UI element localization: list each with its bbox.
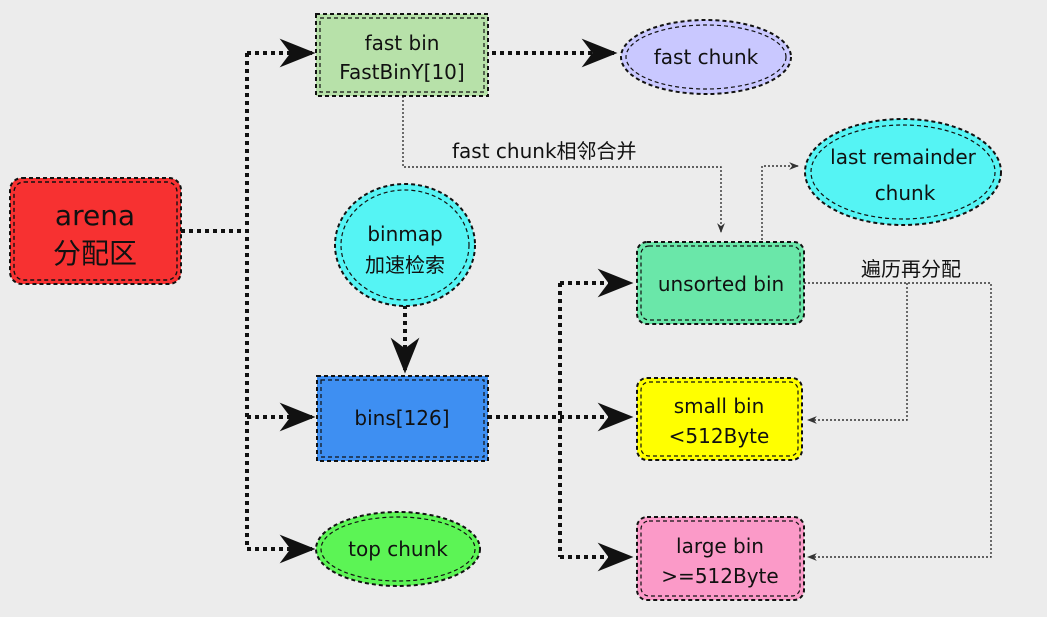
node-smallbin-title: small bin — [674, 394, 765, 418]
node-arena: arena 分配区 — [9, 177, 182, 285]
node-lastremainder-shape — [804, 118, 1002, 226]
node-fastbin-title: fast bin — [365, 31, 440, 55]
node-binmap-title: binmap — [367, 222, 442, 246]
edge-unsorted-to-lastremainder — [761, 162, 799, 240]
node-unsorted: unsorted bin — [636, 241, 805, 325]
edge-unsorted-traverse — [804, 282, 992, 561]
node-topchunk-label: top chunk — [348, 537, 448, 561]
node-unsorted-label: unsorted bin — [658, 272, 784, 296]
node-binmap-subtitle: 加速检索 — [365, 253, 445, 277]
edge-label-merge: fast chunk相邻合并 — [452, 139, 637, 163]
node-lastremainder-title: last remainder — [830, 145, 976, 169]
node-smallbin: small bin <512Byte — [636, 377, 803, 461]
edge-label-traverse: 遍历再分配 — [861, 257, 961, 281]
node-bins: bins[126] — [316, 375, 489, 462]
node-topchunk: top chunk — [315, 511, 481, 587]
node-fastchunk: fast chunk — [620, 19, 792, 95]
node-fastbin: fast bin FastBinY[10] — [315, 13, 489, 97]
node-arena-subtitle: 分配区 — [53, 237, 137, 270]
node-binmap: binmap 加速检索 — [334, 183, 476, 307]
node-smallbin-subtitle: <512Byte — [669, 424, 770, 448]
node-largebin-subtitle: >=512Byte — [661, 564, 778, 588]
edge-traverse-to-smallbin — [807, 283, 908, 424]
node-bins-label: bins[126] — [354, 406, 449, 430]
memory-allocator-diagram: fast chunk相邻合并 遍历再分配 arena 分配区 fast bin … — [9, 13, 1002, 601]
node-fastbin-subtitle: FastBinY[10] — [339, 60, 464, 84]
node-arena-title: arena — [55, 199, 135, 232]
node-fastchunk-label: fast chunk — [654, 45, 759, 69]
node-largebin-title: large bin — [676, 534, 764, 558]
node-largebin: large bin >=512Byte — [636, 516, 805, 601]
node-lastremainder-subtitle: chunk — [875, 181, 936, 205]
node-lastremainder: last remainder chunk — [804, 118, 1002, 226]
